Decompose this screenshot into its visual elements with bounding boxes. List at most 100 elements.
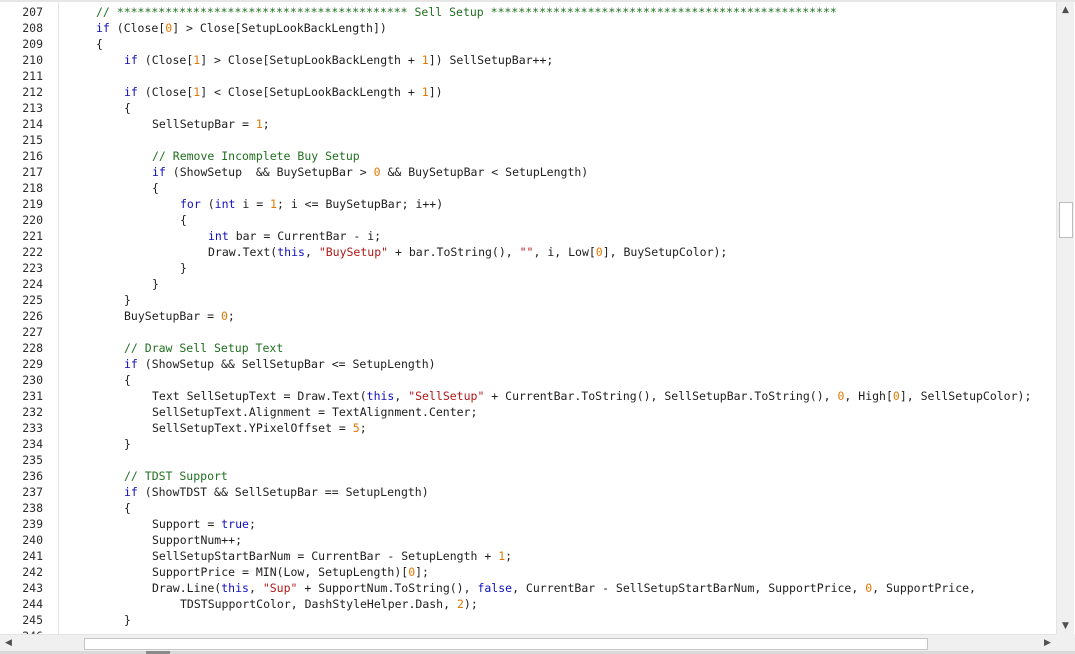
- code-token: 1: [421, 85, 429, 99]
- code-line[interactable]: SupportPrice = MIN(Low, SetupLength)[0];: [152, 564, 429, 580]
- code-line[interactable]: }: [124, 436, 131, 452]
- line-number: 215: [22, 133, 43, 147]
- vertical-scroll-thumb[interactable]: [1059, 202, 1073, 238]
- code-token: ];: [415, 565, 429, 579]
- code-line[interactable]: Support = true;: [152, 516, 256, 532]
- line-number: 237: [22, 485, 43, 499]
- line-number: 220: [22, 213, 43, 227]
- code-token: 5: [352, 421, 360, 435]
- line-number: 226: [22, 309, 43, 323]
- line-number: 231: [22, 389, 43, 403]
- code-line[interactable]: SellSetupBar = 1;: [152, 116, 270, 132]
- code-line[interactable]: // Remove Incomplete Buy Setup: [152, 148, 360, 164]
- code-token: , CurrentBar - SellSetupStartBarNum, Sup…: [512, 581, 866, 595]
- code-area[interactable]: // *************************************…: [68, 2, 1056, 634]
- code-token: ;: [248, 517, 256, 531]
- line-number: 234: [22, 437, 43, 451]
- code-token: SupportPrice = MIN(Low, SetupLength)[: [152, 565, 409, 579]
- code-line[interactable]: SellSetupText.YPixelOffset = 5;: [152, 420, 367, 436]
- code-line[interactable]: if (ShowSetup && SellSetupBar <= SetupLe…: [124, 356, 436, 372]
- code-line[interactable]: {: [124, 372, 131, 388]
- code-line[interactable]: SellSetupText.Alignment = TextAlignment.…: [152, 404, 477, 420]
- code-line[interactable]: }: [152, 276, 159, 292]
- code-line[interactable]: {: [152, 180, 159, 196]
- code-token: Support =: [152, 517, 222, 531]
- line-number: 235: [22, 453, 43, 467]
- horizontal-scroll-thumb[interactable]: [84, 638, 928, 650]
- code-token: {: [124, 101, 131, 115]
- scroll-right-arrow-icon[interactable]: ▶: [1039, 635, 1056, 651]
- code-line[interactable]: Draw.Line(this, "Sup" + SupportNum.ToStr…: [152, 580, 976, 596]
- code-line[interactable]: if (ShowSetup && BuySetupBar > 0 && BuyS…: [152, 164, 588, 180]
- code-token: this: [277, 245, 305, 259]
- code-line[interactable]: }: [124, 612, 131, 628]
- vertical-scrollbar[interactable]: ▲ ▼: [1056, 2, 1074, 634]
- code-token: ;: [262, 117, 270, 131]
- line-number-gutter: 207 208 209 210 211 212 213 214 215 216 217 218 219 2…: [0, 2, 59, 634]
- code-token: if: [152, 165, 166, 179]
- code-token: , SupportPrice,: [872, 581, 976, 595]
- code-line[interactable]: if (Close[1] > Close[SetupLookBackLength…: [124, 52, 553, 68]
- code-token: && BuySetupBar < SetupLength): [380, 165, 589, 179]
- line-number: 211: [22, 69, 43, 83]
- line-number: 239: [22, 517, 43, 531]
- code-token: i =: [235, 197, 271, 211]
- code-line[interactable]: if (Close[1] < Close[SetupLookBackLength…: [124, 84, 443, 100]
- code-token: ;: [227, 309, 235, 323]
- line-number: 232: [22, 405, 43, 419]
- code-token: Draw.Text(: [208, 245, 278, 259]
- code-token: ] < Close[SetupLookBackLength +: [200, 85, 422, 99]
- code-line[interactable]: Draw.Text(this, "BuySetup" + bar.ToStrin…: [208, 244, 727, 260]
- code-line[interactable]: int bar = CurrentBar - i;: [208, 228, 381, 244]
- code-line[interactable]: // Draw Sell Setup Text: [124, 340, 283, 356]
- code-line[interactable]: // *************************************…: [96, 4, 837, 20]
- code-token: BuySetupBar =: [124, 309, 221, 323]
- code-line[interactable]: {: [124, 100, 131, 116]
- code-token: ;: [359, 421, 367, 435]
- line-number: 241: [22, 549, 43, 563]
- code-token: ], SellSetupColor);: [899, 389, 1032, 403]
- scroll-down-arrow-icon[interactable]: ▼: [1057, 618, 1074, 634]
- scroll-up-arrow-icon[interactable]: ▲: [1057, 2, 1074, 18]
- code-token: if: [124, 485, 138, 499]
- code-line[interactable]: }: [180, 260, 187, 276]
- code-line[interactable]: Text SellSetupText = Draw.Text(this, "Se…: [152, 388, 1031, 404]
- line-number: 216: [22, 149, 43, 163]
- line-number: 223: [22, 261, 43, 275]
- code-editor[interactable]: 207 208 209 210 211 212 213 214 215 216 217 218 219 2…: [0, 0, 1075, 654]
- line-number: 222: [22, 245, 43, 259]
- code-line[interactable]: SellSetupStartBarNum = CurrentBar - Setu…: [152, 548, 512, 564]
- code-line[interactable]: SupportNum++;: [152, 532, 242, 548]
- horizontal-scrollbar[interactable]: ◀ ▶: [0, 634, 1056, 652]
- line-number: 221: [22, 229, 43, 243]
- code-token: // TDST Support: [124, 469, 228, 483]
- code-line[interactable]: BuySetupBar = 0;: [124, 308, 235, 324]
- code-token: , High[: [844, 389, 893, 403]
- line-number: 233: [22, 421, 43, 435]
- code-line[interactable]: }: [124, 292, 131, 308]
- code-token: false: [477, 581, 513, 595]
- code-token: (Close[: [109, 21, 166, 35]
- code-token: }: [124, 437, 131, 451]
- code-token: // Remove Incomplete Buy Setup: [152, 149, 360, 163]
- line-number: 218: [22, 181, 43, 195]
- code-token: 1: [270, 197, 277, 211]
- scroll-left-arrow-icon[interactable]: ◀: [0, 635, 17, 651]
- code-token: this: [221, 581, 249, 595]
- code-line[interactable]: {: [180, 212, 187, 228]
- code-line[interactable]: // TDST Support: [124, 468, 228, 484]
- code-line[interactable]: TDSTSupportColor, DashStyleHelper.Dash, …: [180, 596, 478, 612]
- code-line[interactable]: {: [96, 36, 103, 52]
- code-line[interactable]: if (Close[0] > Close[SetupLookBackLength…: [96, 20, 387, 36]
- code-line[interactable]: for (int i = 1; i <= BuySetupBar; i++): [180, 196, 443, 212]
- code-token: ]): [428, 85, 443, 99]
- code-token: SupportNum++;: [152, 533, 243, 547]
- code-token: // Draw Sell Setup Text: [124, 341, 284, 355]
- code-line[interactable]: {: [124, 500, 131, 516]
- code-token: SellSetupText.Alignment = TextAlignment.…: [152, 405, 478, 419]
- line-number: 242: [22, 565, 43, 579]
- code-line[interactable]: if (ShowTDST && SellSetupBar == SetupLen…: [124, 484, 429, 500]
- line-number: 209: [22, 37, 43, 51]
- code-token: {: [180, 213, 187, 227]
- code-token: ] > Close[SetupLookBackLength +: [200, 53, 422, 67]
